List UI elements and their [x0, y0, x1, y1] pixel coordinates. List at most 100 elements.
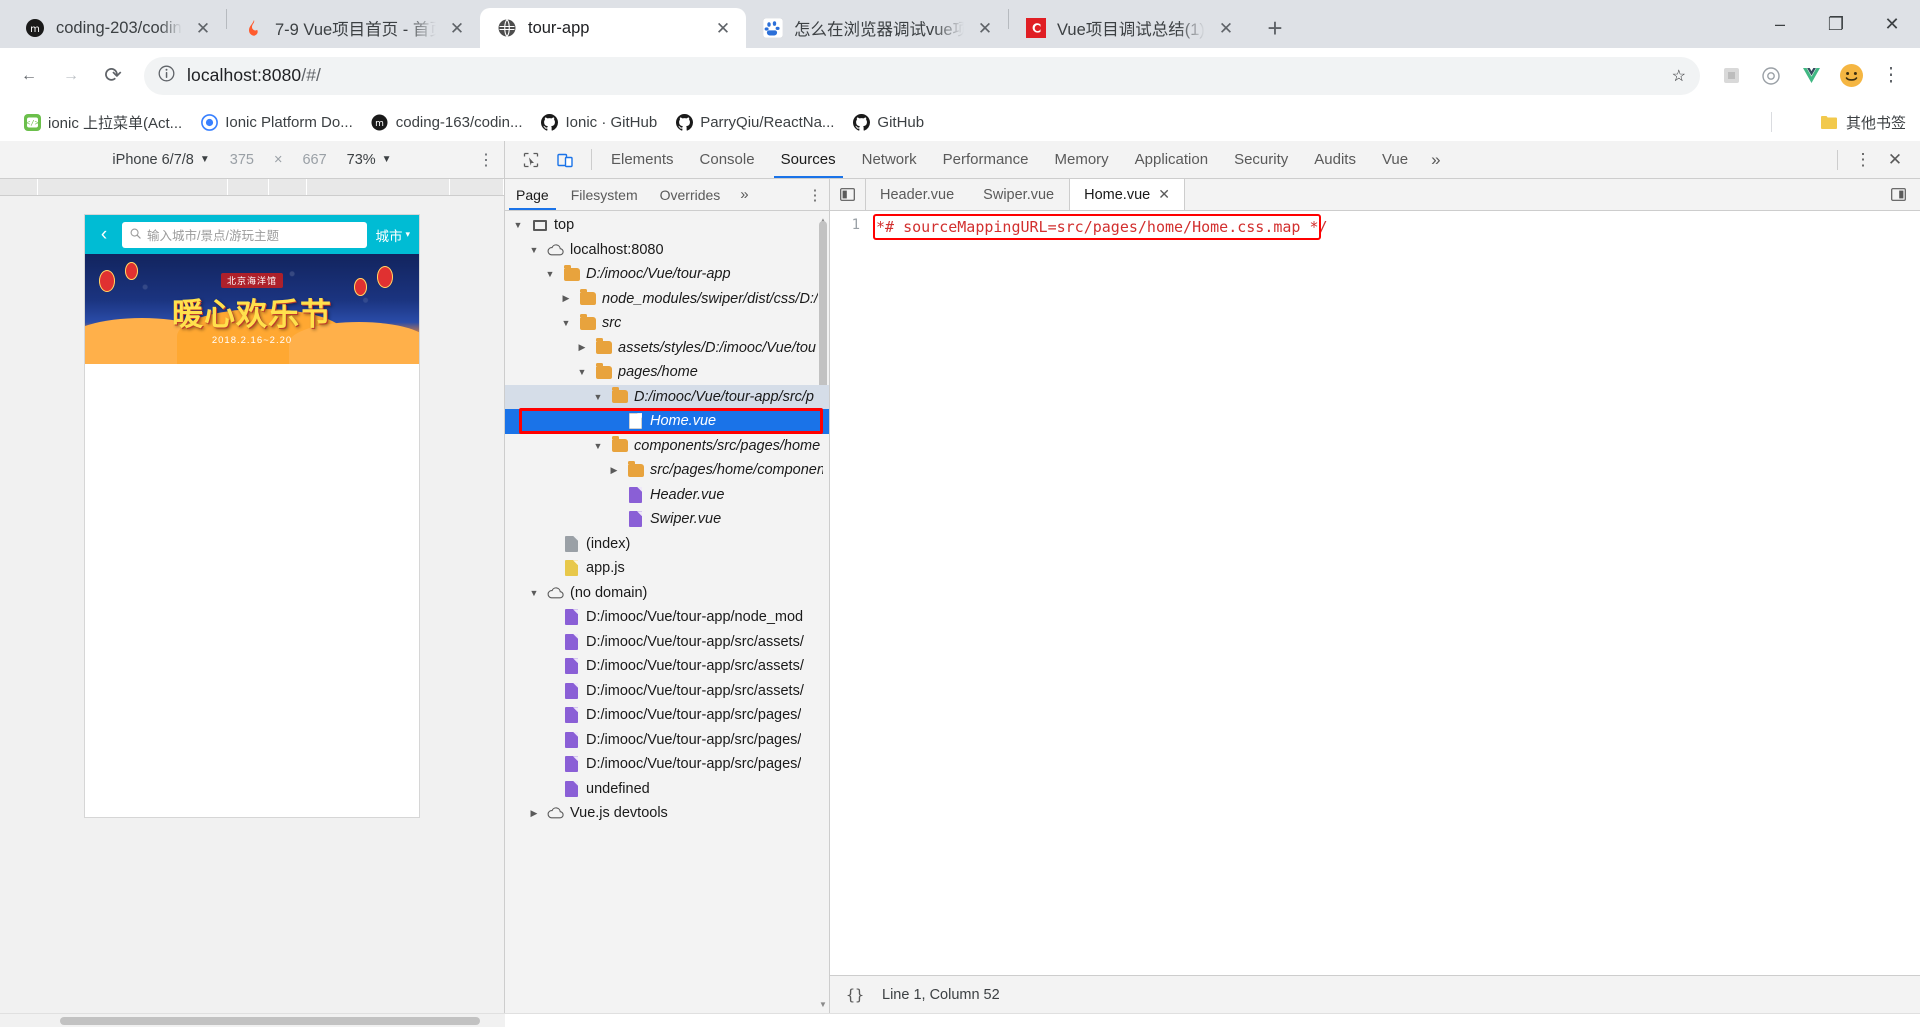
- collapse-sidebar-icon[interactable]: [1884, 181, 1912, 209]
- file-tree-node[interactable]: Home.vue: [505, 409, 829, 434]
- file-tree-node[interactable]: D:/imooc/Vue/tour-app/src/pages/: [505, 728, 829, 753]
- file-tree-node[interactable]: D:/imooc/Vue/tour-app/src/assets/: [505, 630, 829, 655]
- browser-tab-1[interactable]: 7-9 Vue项目首页 - 首页父组 ✕: [227, 8, 480, 48]
- city-selector[interactable]: 城市 ▾: [375, 225, 410, 245]
- minimize-button[interactable]: –: [1752, 0, 1808, 48]
- bookmark-item[interactable]: m coding-163/codin...: [362, 109, 532, 135]
- twisty-expanded-icon[interactable]: ▼: [511, 220, 525, 230]
- file-tree-node[interactable]: Swiper.vue: [505, 507, 829, 532]
- devtools-close-button[interactable]: ✕: [1880, 145, 1910, 175]
- file-tree-node[interactable]: ▼localhost:8080: [505, 238, 829, 263]
- file-tree-node[interactable]: D:/imooc/Vue/tour-app/src/pages/: [505, 703, 829, 728]
- cursor-select-icon[interactable]: [517, 146, 545, 174]
- bookmark-item[interactable]: Ionic Platform Do...: [191, 109, 362, 135]
- tab-audits[interactable]: Audits: [1301, 141, 1369, 178]
- promo-banner[interactable]: 北京海洋馆 暖心欢乐节 2018.2.16~2.20: [85, 254, 419, 364]
- twisty-collapsed-icon[interactable]: ▶: [527, 808, 541, 819]
- tab-performance[interactable]: Performance: [930, 141, 1042, 178]
- tab-memory[interactable]: Memory: [1042, 141, 1122, 178]
- maximize-button[interactable]: ❐: [1808, 0, 1864, 48]
- file-tree-node[interactable]: undefined: [505, 777, 829, 802]
- bookmark-item[interactable]: GitHub: [843, 109, 933, 135]
- twisty-expanded-icon[interactable]: ▼: [527, 588, 541, 598]
- twisty-expanded-icon[interactable]: ▼: [591, 392, 605, 402]
- file-tree-node[interactable]: ▶assets/styles/D:/imooc/Vue/tou: [505, 336, 829, 361]
- file-tree-node[interactable]: (index): [505, 532, 829, 557]
- eye-icon[interactable]: [1752, 57, 1790, 95]
- browser-tab-3[interactable]: 怎么在浏览器调试vue项目_ ✕: [746, 8, 1008, 48]
- tab-close-button[interactable]: ✕: [1215, 17, 1237, 39]
- reload-button[interactable]: ⟳: [94, 57, 132, 95]
- file-tree[interactable]: ▲ ▼ ▼top▼localhost:8080▼D:/imooc/Vue/tou…: [505, 211, 829, 1013]
- editor-tab-header-vue[interactable]: Header.vue: [866, 179, 969, 210]
- device-toggle-icon[interactable]: [551, 146, 579, 174]
- tab-close-button[interactable]: ✕: [446, 17, 468, 39]
- navigator-tab-overrides[interactable]: Overrides: [649, 179, 732, 210]
- twisty-collapsed-icon[interactable]: ▶: [559, 293, 573, 304]
- twisty-expanded-icon[interactable]: ▼: [543, 269, 557, 279]
- file-tree-node[interactable]: ▶src/pages/home/componen: [505, 458, 829, 483]
- search-input[interactable]: 输入城市/景点/游玩主题: [122, 222, 367, 248]
- file-tree-node[interactable]: app.js: [505, 556, 829, 581]
- editor-tab-swiper-vue[interactable]: Swiper.vue: [969, 179, 1069, 210]
- twisty-collapsed-icon[interactable]: ▶: [607, 465, 621, 476]
- tab-network[interactable]: Network: [849, 141, 930, 178]
- address-bar[interactable]: localhost:8080/#/ ☆: [144, 57, 1700, 95]
- devtools-menu-button[interactable]: ⋮: [1848, 145, 1878, 175]
- zoom-select[interactable]: 73% ▼: [337, 152, 402, 168]
- bookmark-star-button[interactable]: ☆: [1672, 66, 1686, 86]
- viewport-height-input[interactable]: 667: [292, 152, 336, 168]
- browser-menu-button[interactable]: ⋮: [1872, 57, 1910, 95]
- bookmark-item[interactable]: </> ionic 上拉菜单(Act...: [14, 108, 191, 137]
- info-circle-icon[interactable]: [158, 65, 175, 87]
- twisty-expanded-icon[interactable]: ▼: [527, 245, 541, 255]
- vue-devtools-icon[interactable]: [1792, 57, 1830, 95]
- twisty-expanded-icon[interactable]: ▼: [559, 318, 573, 328]
- file-tree-node[interactable]: D:/imooc/Vue/tour-app/src/assets/: [505, 679, 829, 704]
- tab-close-button[interactable]: ✕: [192, 17, 214, 39]
- tab-console[interactable]: Console: [687, 141, 768, 178]
- editor-tab-home-vue[interactable]: Home.vue ✕: [1069, 179, 1185, 210]
- forward-button[interactable]: →: [52, 57, 90, 95]
- scroll-thumb[interactable]: [60, 1017, 480, 1025]
- file-tree-node[interactable]: ▼top: [505, 213, 829, 238]
- browser-tab-0[interactable]: m coding-203/coding-203: V ✕: [8, 8, 226, 48]
- close-window-button[interactable]: ✕: [1864, 0, 1920, 48]
- file-tree-node[interactable]: D:/imooc/Vue/tour-app/src/assets/: [505, 654, 829, 679]
- tab-application[interactable]: Application: [1122, 141, 1221, 178]
- code-view[interactable]: 1 *# sourceMappingURL=src/pages/home/Hom…: [830, 211, 1920, 975]
- navigator-tabs-overflow[interactable]: »: [731, 179, 757, 210]
- puzzle-icon[interactable]: [1712, 57, 1750, 95]
- back-button[interactable]: ←: [10, 57, 48, 95]
- file-tree-node[interactable]: ▶node_modules/swiper/dist/css/D:/: [505, 287, 829, 312]
- bookmark-item[interactable]: ParryQiu/ReactNa...: [666, 109, 843, 135]
- pretty-print-button[interactable]: {}: [842, 984, 868, 1006]
- devtools-tabs-overflow[interactable]: »: [1421, 141, 1450, 178]
- file-tree-node[interactable]: Header.vue: [505, 483, 829, 508]
- profile-avatar[interactable]: [1832, 57, 1870, 95]
- show-navigator-icon[interactable]: [830, 179, 866, 210]
- file-tree-node[interactable]: ▼pages/home: [505, 360, 829, 385]
- file-tree-node[interactable]: ▼components/src/pages/home: [505, 434, 829, 459]
- code-content[interactable]: *# sourceMappingURL=src/pages/home/Home.…: [868, 211, 1920, 975]
- twisty-expanded-icon[interactable]: ▼: [591, 441, 605, 451]
- viewport-horizontal-scrollbar[interactable]: [0, 1014, 505, 1027]
- scroll-down-arrow[interactable]: ▼: [818, 999, 828, 1009]
- tab-sources[interactable]: Sources: [768, 141, 849, 178]
- twisty-expanded-icon[interactable]: ▼: [575, 367, 589, 377]
- emulated-page-scroll[interactable]: ‹ 输入城市/景点/游玩主题 城市 ▾: [0, 196, 504, 1013]
- tab-security[interactable]: Security: [1221, 141, 1301, 178]
- viewport-width-input[interactable]: 375: [220, 152, 264, 168]
- file-tree-node[interactable]: ▼(no domain): [505, 581, 829, 606]
- navigator-tab-filesystem[interactable]: Filesystem: [560, 179, 649, 210]
- tab-close-button[interactable]: ✕: [974, 17, 996, 39]
- navigator-menu-button[interactable]: ⋮: [801, 179, 829, 210]
- file-tree-node[interactable]: ▼src: [505, 311, 829, 336]
- browser-tab-4[interactable]: Vue项目调试总结(1)-WebS ✕: [1009, 8, 1249, 48]
- file-tree-node[interactable]: D:/imooc/Vue/tour-app/node_mod: [505, 605, 829, 630]
- tab-elements[interactable]: Elements: [598, 141, 687, 178]
- bookmark-item[interactable]: Ionic · GitHub: [532, 109, 667, 135]
- browser-tab-2[interactable]: tour-app ✕: [480, 8, 746, 48]
- new-tab-button[interactable]: +: [1255, 8, 1295, 48]
- chevron-left-icon[interactable]: ‹: [94, 224, 114, 246]
